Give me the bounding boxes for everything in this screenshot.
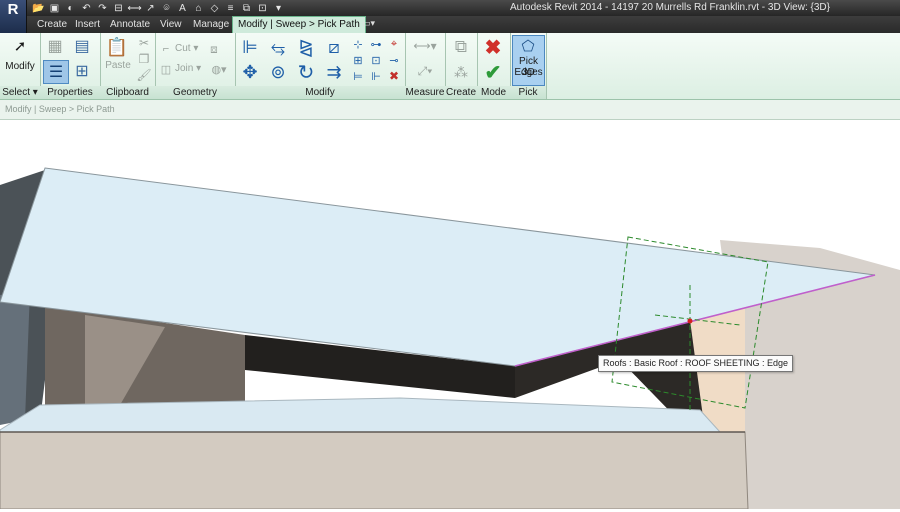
family-types-icon[interactable]: ▤ xyxy=(70,36,94,56)
thin-lines-icon[interactable]: ≡ xyxy=(224,2,237,14)
modify-cursor-icon[interactable]: ➚ xyxy=(10,37,30,55)
quick-access-toolbar: 📂 ▣ ◐ ↶ ↷ ⊟ ⟷ ↗ ⌾ A ⌂ ◇ ≡ ⧉ ⊡ ▾ xyxy=(32,1,285,15)
split-face-icon[interactable]: ◍▾ xyxy=(207,62,231,76)
unpin-icon[interactable]: ⌖ xyxy=(387,37,401,51)
copy-element-icon[interactable]: ⊚ xyxy=(267,61,289,83)
cut-geometry-button[interactable]: Cut ▾ xyxy=(175,43,198,54)
split-element-icon[interactable]: ⊹ xyxy=(351,37,365,51)
wall-joins-icon[interactable]: ⧈ xyxy=(207,42,221,56)
modify-button[interactable]: Modify xyxy=(0,61,40,72)
aligned-dimension-icon[interactable]: ⤢▾ xyxy=(407,63,443,79)
paste-button[interactable]: Paste xyxy=(102,60,134,71)
panel-label-geometry: Geometry xyxy=(155,86,235,99)
open-icon[interactable]: 📂 xyxy=(32,2,45,14)
ribbon-display-toggle-icon[interactable]: ▭▾ xyxy=(362,18,382,30)
mirror-pick-axis-icon[interactable]: ⧎ xyxy=(295,36,317,58)
print-icon[interactable]: ⊟ xyxy=(112,2,125,14)
offset-icon[interactable]: ⥃ xyxy=(267,36,289,58)
align-icon[interactable]: ⊫ xyxy=(239,36,261,58)
panel-label-modify: Modify xyxy=(235,86,405,99)
cut-icon[interactable]: ✂ xyxy=(137,36,151,50)
pick-3d-edges-button[interactable]: ⬠ Pick 3D Edges xyxy=(512,35,545,86)
panel-mode: ✖ ✔ Mode xyxy=(477,33,511,99)
array-icon[interactable]: ⊞ xyxy=(351,53,365,67)
redo-icon[interactable]: ↷ xyxy=(96,2,109,14)
panel-label-select[interactable]: Select ▾ xyxy=(0,86,40,99)
copy-icon[interactable]: ❐ xyxy=(137,52,151,66)
measure-between-icon[interactable]: ⟷▾ xyxy=(407,38,443,54)
trim-extend-single-icon[interactable]: ⊨ xyxy=(351,69,365,83)
snap-point-marker xyxy=(687,318,693,324)
family-category-icon[interactable]: ⊞ xyxy=(70,60,94,82)
options-bar: Modify | Sweep > Pick Path xyxy=(0,100,900,120)
sync-icon[interactable]: ◐ xyxy=(64,2,77,14)
window-title: Autodesk Revit 2014 - 14197 20 Murrells … xyxy=(510,2,830,13)
switch-windows-icon[interactable]: ⊡ xyxy=(256,2,269,14)
trim-extend-icon[interactable]: ⇉ xyxy=(323,61,345,83)
cancel-edit-mode-icon[interactable]: ✖ xyxy=(482,36,504,59)
split-gap-icon[interactable]: ⊶ xyxy=(369,37,383,51)
3d-viewport[interactable]: Roofs : Basic Roof : ROOF SHEETING : Edg… xyxy=(0,120,900,510)
tab-modify-sweep-pick-path[interactable]: Modify | Sweep > Pick Path xyxy=(232,16,366,33)
panel-properties: ▦ ▤ ☰ ⊞ Properties xyxy=(40,33,101,99)
section-icon[interactable]: ◇ xyxy=(208,2,221,14)
panel-label-clipboard: Clipboard xyxy=(100,86,155,99)
delete-icon[interactable]: ✖ xyxy=(387,69,401,83)
finish-edit-mode-icon[interactable]: ✔ xyxy=(482,61,504,84)
ribbon: ➚ Modify Select ▾ ▦ ▤ ☰ ⊞ Properties 📋 P… xyxy=(0,33,900,100)
mirror-draw-axis-icon[interactable]: ⧄ xyxy=(323,36,345,58)
title-bar: 📂 ▣ ◐ ↶ ↷ ⊟ ⟷ ↗ ⌾ A ⌂ ◇ ≡ ⧉ ⊡ ▾ Autodesk… xyxy=(0,0,900,16)
pick-3d-label-line2: Edges xyxy=(514,67,543,78)
tab-insert[interactable]: Insert xyxy=(70,17,105,32)
panel-create: ⧉ ⁂ Create xyxy=(445,33,478,99)
panel-label-properties: Properties xyxy=(40,86,100,99)
panel-modify: ⊫ ⥃ ⧎ ⧄ ✥ ⊚ ↻ ⇉ ⊹ ⊶ ⌖ ⊞ ⊡ ⊸ ⊨ ⊩ ✖ Modify xyxy=(235,33,406,99)
type-properties-icon[interactable]: ▦ xyxy=(44,36,66,56)
scale-icon[interactable]: ⊡ xyxy=(369,53,383,67)
pin-icon[interactable]: ⊸ xyxy=(387,53,401,67)
3d-model-drawing[interactable] xyxy=(0,120,900,510)
close-hidden-icon[interactable]: ⧉ xyxy=(240,2,253,14)
paste-icon[interactable]: 📋 xyxy=(106,36,128,58)
wall-left-grey xyxy=(0,290,30,425)
panel-measure: ⟷▾ ⤢▾ Measure xyxy=(405,33,446,99)
panel-geometry: ⌐ Cut ▾ ◫ Join ▾ ⧈ ◍▾ Geometry xyxy=(155,33,236,99)
rotate-icon[interactable]: ↻ xyxy=(295,61,317,84)
join-geometry-icon[interactable]: ◫ xyxy=(159,62,173,76)
tab-annotate[interactable]: Annotate xyxy=(105,17,155,32)
element-tooltip: Roofs : Basic Roof : ROOF SHEETING : Edg… xyxy=(598,355,794,372)
text-icon[interactable]: A xyxy=(176,2,189,14)
tab-view[interactable]: View xyxy=(155,17,187,32)
panel-label-create: Create xyxy=(445,86,477,99)
3d-view-icon[interactable]: ⌂ xyxy=(192,2,205,14)
tab-manage[interactable]: Manage xyxy=(188,17,234,32)
undo-icon[interactable]: ↶ xyxy=(80,2,93,14)
pick-3d-edges-icon: ⬠ xyxy=(521,38,535,55)
trim-extend-multiple-icon[interactable]: ⊩ xyxy=(369,69,383,83)
panel-label-measure: Measure xyxy=(405,86,445,99)
measure-icon[interactable]: ⟷ xyxy=(127,2,141,14)
panel-label-pick: Pick xyxy=(510,86,546,99)
floor-slab xyxy=(0,431,749,510)
qat-dropdown-icon[interactable]: ▾ xyxy=(272,2,285,14)
properties-icon[interactable]: ☰ xyxy=(43,60,69,84)
tag-icon[interactable]: ⌾ xyxy=(160,2,173,14)
create-similar-icon[interactable]: ⧉ xyxy=(449,36,473,58)
panel-label-mode: Mode xyxy=(477,86,510,99)
options-bar-breadcrumb: Modify | Sweep > Pick Path xyxy=(5,104,115,114)
match-properties-icon[interactable]: 🖌 xyxy=(136,68,151,82)
move-icon[interactable]: ✥ xyxy=(239,61,261,83)
join-geometry-button[interactable]: Join ▾ xyxy=(175,63,201,74)
panel-clipboard: 📋 Paste ✂ ❐ 🖌 Clipboard xyxy=(100,33,156,99)
dimension-icon[interactable]: ↗ xyxy=(144,2,157,14)
application-menu-button[interactable]: R xyxy=(0,0,27,34)
save-icon[interactable]: ▣ xyxy=(48,2,61,14)
ribbon-tab-bar: Create Insert Annotate View Manage Modif… xyxy=(0,16,900,33)
tab-create[interactable]: Create xyxy=(32,17,72,32)
panel-pick: ⬠ Pick 3D Edges Pick xyxy=(510,33,547,99)
create-group-icon[interactable]: ⁂ xyxy=(449,61,473,83)
panel-select: ➚ Modify Select ▾ xyxy=(0,33,41,99)
cope-icon[interactable]: ⌐ xyxy=(159,42,173,56)
